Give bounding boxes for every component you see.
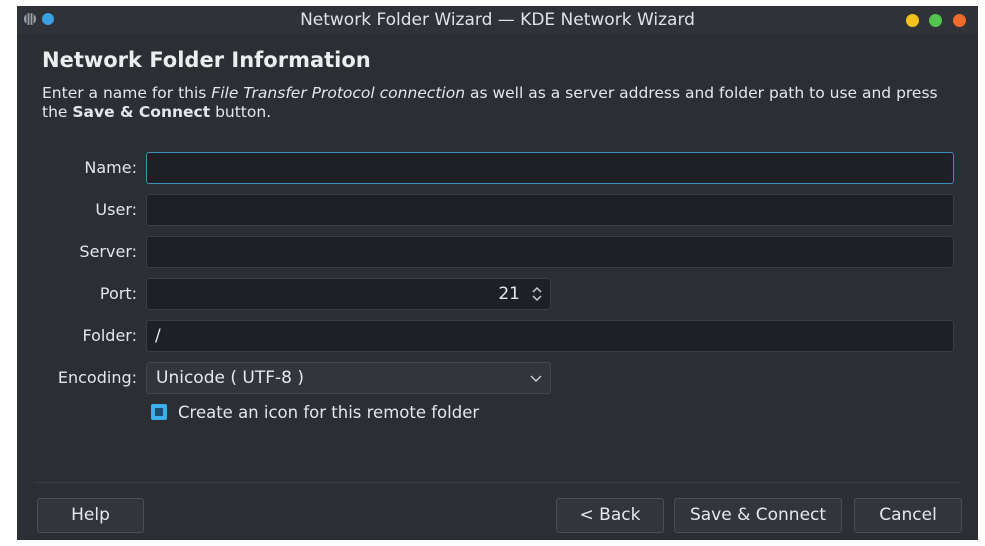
minimize-button[interactable] (906, 14, 919, 27)
intro-part1: Enter a name for this (42, 84, 212, 102)
save-connect-button[interactable]: Save & Connect (674, 498, 842, 533)
back-button[interactable]: < Back (556, 498, 664, 533)
cancel-button[interactable]: Cancel (854, 498, 962, 533)
port-spinbox[interactable]: 21 (146, 278, 551, 310)
intro-button-ref: Save & Connect (72, 103, 211, 121)
folder-field[interactable] (146, 320, 954, 352)
checkbox-mark (155, 408, 163, 416)
name-field[interactable] (146, 152, 954, 184)
user-label: User: (95, 200, 137, 219)
close-button[interactable] (953, 14, 966, 27)
port-label: Port: (99, 284, 137, 303)
chevron-down-icon (530, 375, 542, 382)
intro-part3: button. (210, 103, 272, 121)
port-value[interactable]: 21 (498, 284, 520, 304)
create-icon-label[interactable]: Create an icon for this remote folder (178, 403, 479, 422)
user-field[interactable] (146, 194, 954, 226)
maximize-button[interactable] (929, 14, 942, 27)
intro-text: Enter a name for this File Transfer Prot… (42, 84, 962, 122)
encoding-label: Encoding: (57, 368, 137, 387)
encoding-value: Unicode ( UTF-8 ) (156, 368, 304, 388)
button-separator (34, 482, 961, 483)
title-bar[interactable]: Network Folder Wizard — KDE Network Wiza… (17, 6, 978, 34)
intro-protocol: File Transfer Protocol connection (211, 84, 466, 102)
wizard-window: Network Folder Wizard — KDE Network Wiza… (17, 6, 978, 540)
help-button[interactable]: Help (37, 498, 144, 533)
spin-arrows-icon[interactable] (530, 284, 544, 304)
name-label: Name: (84, 158, 137, 177)
folder-label: Folder: (82, 326, 137, 345)
server-field[interactable] (146, 236, 954, 268)
server-label: Server: (79, 242, 137, 261)
encoding-select[interactable]: Unicode ( UTF-8 ) (146, 362, 551, 394)
window-title: Network Folder Wizard — KDE Network Wiza… (300, 10, 695, 30)
page-heading: Network Folder Information (42, 48, 371, 72)
create-icon-checkbox[interactable] (151, 404, 167, 420)
